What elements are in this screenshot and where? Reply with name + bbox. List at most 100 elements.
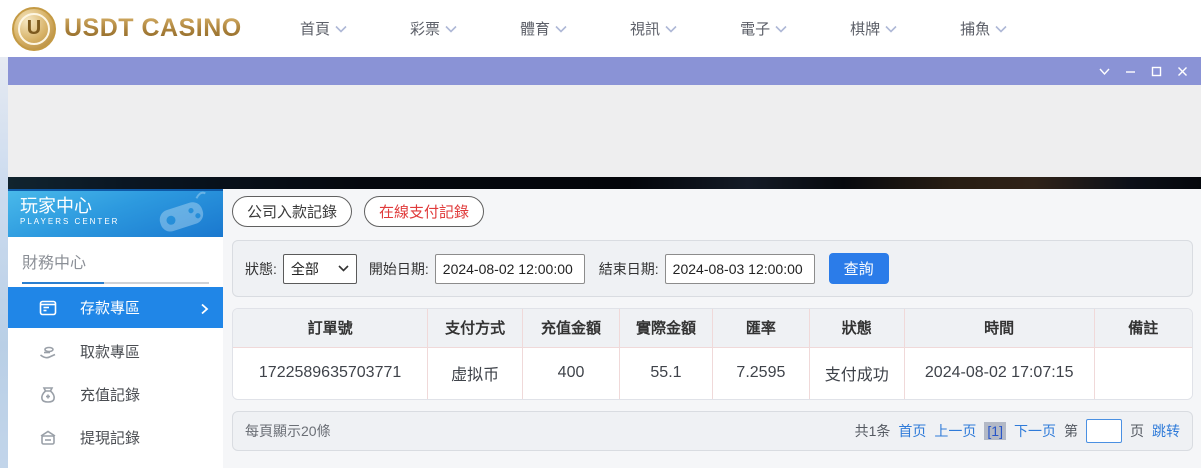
prev-page-link[interactable]: 上一页 (934, 421, 976, 441)
pagination-bar: 每頁顯示20條 共1条 首页 上一页 [1] 下一页 第 页 跳转 (232, 411, 1193, 451)
banner-area (8, 85, 1201, 177)
window-maximize-button[interactable] (1143, 60, 1169, 82)
nav-item-lottery[interactable]: 彩票 (410, 18, 457, 39)
sidebar-header: 玩家中心 PLAYERS CENTER (8, 189, 223, 237)
tab-company-deposit-records[interactable]: 公司入款記錄 (232, 196, 352, 227)
nav-item-label: 體育 (520, 18, 550, 39)
first-page-link[interactable]: 首页 (898, 421, 926, 441)
pager: 共1条 首页 上一页 [1] 下一页 第 页 跳转 (855, 419, 1180, 443)
table-row: 1722589635703771 虚拟币 400 55.1 7.2595 支付成… (233, 347, 1192, 399)
chevron-right-icon (200, 302, 209, 314)
chevron-down-icon (555, 25, 567, 33)
sidebar-item-cashout-records[interactable]: 提現記錄 (8, 416, 223, 459)
cell-status: 支付成功 (809, 347, 904, 399)
record-tabs: 公司入款記錄 在線支付記錄 (232, 196, 1193, 227)
chevron-down-icon (665, 25, 677, 33)
current-page-indicator: [1] (984, 422, 1006, 440)
maximize-icon (1150, 65, 1163, 78)
close-icon (1176, 65, 1189, 78)
query-button[interactable]: 查詢 (829, 253, 889, 284)
deposit-icon (38, 298, 58, 318)
sidebar-item-label: 存款專區 (80, 297, 140, 318)
status-select-value: 全部 (291, 259, 319, 279)
nav-item-label: 首頁 (300, 18, 330, 39)
page-jump-input[interactable] (1086, 419, 1122, 443)
col-exchange-rate: 匯率 (712, 309, 809, 347)
sidebar-section: 財務中心 (8, 237, 223, 284)
workspace: 玩家中心 PLAYERS CENTER 財務中心 (8, 189, 1201, 468)
player-center-window: 玩家中心 PLAYERS CENTER 財務中心 (8, 57, 1201, 468)
cell-order-number: 1722589635703771 (233, 347, 428, 399)
nav-item-home[interactable]: 首頁 (300, 18, 347, 39)
window-titlebar (8, 57, 1201, 85)
sidebar-item-withdraw[interactable]: 取款專區 (8, 330, 223, 373)
chevron-down-icon (445, 25, 457, 33)
col-actual-amount: 實際金額 (619, 309, 712, 347)
col-time: 時間 (904, 309, 1094, 347)
page-background-strip (0, 57, 8, 468)
table-header-row: 訂單號 支付方式 充值金額 實際金額 匯率 狀態 時間 備註 (233, 309, 1192, 347)
coin-letter: U (27, 17, 41, 40)
cell-exchange-rate: 7.2595 (712, 347, 809, 399)
nav-item-live[interactable]: 視訊 (630, 18, 677, 39)
cashout-icon (38, 428, 58, 448)
status-select[interactable]: 全部 (283, 254, 357, 284)
cell-recharge-amount: 400 (523, 347, 620, 399)
start-date-input[interactable] (435, 254, 585, 284)
window-close-button[interactable] (1169, 60, 1195, 82)
chevron-down-icon (885, 25, 897, 33)
tab-label: 公司入款記錄 (247, 201, 337, 222)
sidebar-item-deposit[interactable]: 存款專區 (8, 287, 223, 328)
start-date-label: 開始日期: (369, 259, 429, 279)
col-order-number: 訂單號 (233, 309, 428, 347)
per-page-text: 每頁顯示20條 (245, 421, 331, 441)
col-remark: 備註 (1094, 309, 1192, 347)
tab-online-payment-records[interactable]: 在線支付記錄 (364, 196, 484, 227)
sidebar-item-recharge-records[interactable]: 充值記錄 (8, 373, 223, 416)
sidebar-item-label: 取款專區 (80, 341, 140, 362)
window-minimize-button[interactable] (1117, 60, 1143, 82)
nav-item-label: 視訊 (630, 18, 660, 39)
cell-actual-amount: 55.1 (619, 347, 712, 399)
cell-remark (1094, 347, 1192, 399)
brand-logo[interactable]: U USDT CASINO (12, 7, 272, 51)
chevron-down-icon (775, 25, 787, 33)
cell-time: 2024-08-02 17:07:15 (904, 347, 1094, 399)
nav-item-label: 捕魚 (960, 18, 990, 39)
recharge-icon (38, 385, 58, 405)
jump-link[interactable]: 跳转 (1152, 421, 1180, 441)
status-label: 狀態: (245, 259, 277, 279)
records-table: 訂單號 支付方式 充值金額 實際金額 匯率 狀態 時間 備註 172258963 (232, 308, 1193, 400)
end-date-label: 結束日期: (599, 259, 659, 279)
chevron-down-icon (338, 265, 349, 272)
cell-payment-method: 虚拟币 (428, 347, 523, 399)
nav-item-label: 彩票 (410, 18, 440, 39)
nav-item-sports[interactable]: 體育 (520, 18, 567, 39)
sidebar-item-funds-records[interactable]: 資金記錄 (8, 459, 223, 468)
withdraw-icon (38, 342, 58, 362)
tab-label: 在線支付記錄 (379, 201, 469, 222)
end-date-input[interactable] (665, 254, 815, 284)
next-page-link[interactable]: 下一页 (1014, 421, 1056, 441)
total-count: 共1条 (855, 421, 891, 441)
usdt-coin-ring: U (18, 13, 50, 45)
nav-item-fishing[interactable]: 捕魚 (960, 18, 1007, 39)
main-menu: 首頁 彩票 體育 視訊 電子 棋牌 捕魚 (300, 18, 1007, 39)
page-suffix-label: 页 (1130, 421, 1144, 441)
sidebar-item-label: 充值記錄 (80, 384, 140, 405)
page-prefix-label: 第 (1064, 421, 1078, 441)
nav-item-slots[interactable]: 電子 (740, 18, 787, 39)
nav-item-label: 電子 (740, 18, 770, 39)
nav-item-label: 棋牌 (850, 18, 880, 39)
filter-panel: 狀態: 全部 開始日期: 結束日期: 查詢 (232, 240, 1193, 297)
brand-name: USDT CASINO (64, 14, 242, 43)
col-payment-method: 支付方式 (428, 309, 523, 347)
nav-item-cards[interactable]: 棋牌 (850, 18, 897, 39)
content-area: 公司入款記錄 在線支付記錄 狀態: 全部 開始日期: 結束日期: 查詢 (223, 189, 1201, 468)
sidebar-divider (22, 282, 209, 284)
window-collapse-button[interactable] (1091, 60, 1117, 82)
chevron-down-icon (995, 25, 1007, 33)
sidebar-section-title: 財務中心 (22, 249, 209, 273)
sidebar-item-label: 提現記錄 (80, 427, 140, 448)
col-status: 狀態 (809, 309, 904, 347)
